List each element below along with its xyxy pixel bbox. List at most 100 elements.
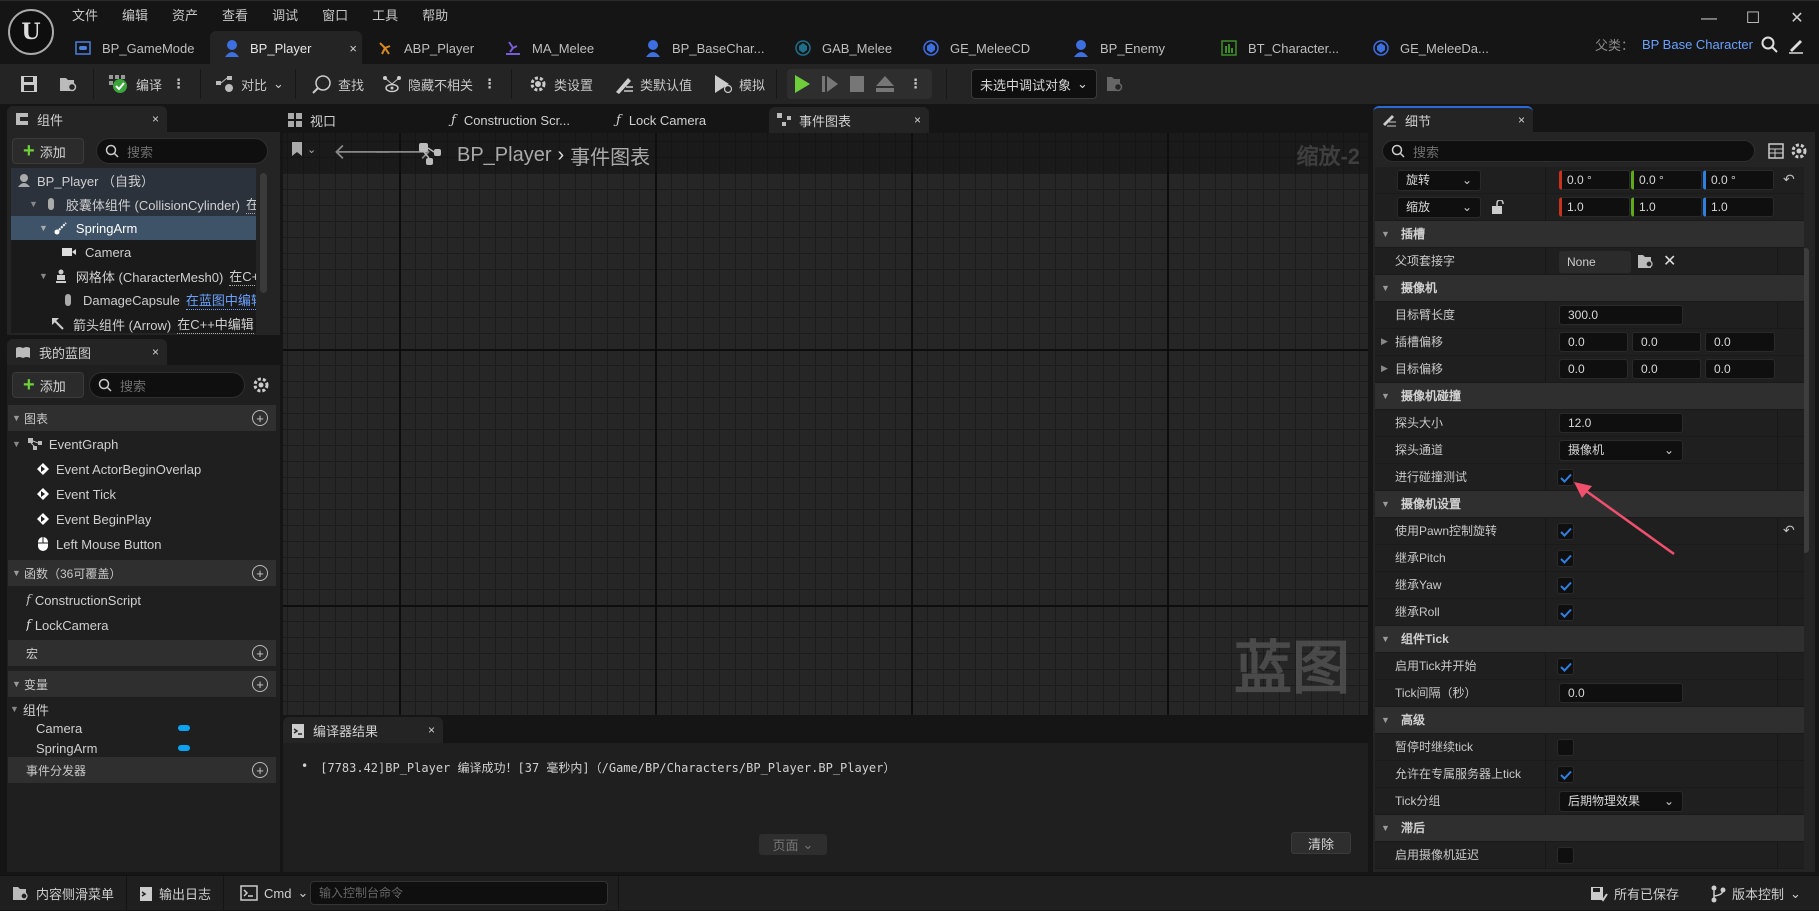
event-item[interactable]: Event Tick [36, 482, 116, 506]
editor-tab-viewport[interactable]: 视口 [288, 107, 336, 133]
debug-browse-button[interactable] [1097, 68, 1133, 100]
close-tab-icon[interactable]: × [428, 723, 435, 737]
target-arm-length-field[interactable]: 300.0 [1559, 305, 1683, 325]
editor-tab-lock-camera[interactable]: ƒ Lock Camera [616, 107, 706, 133]
socket-offset-z-field[interactable]: 0.0 [1705, 332, 1775, 352]
target-offset-x-field[interactable]: 0.0 [1559, 359, 1628, 379]
menu-asset[interactable]: 资产 [160, 5, 210, 27]
save-button[interactable] [0, 68, 47, 100]
close-window-button[interactable]: ✕ [1775, 7, 1819, 31]
inherit-yaw-checkbox[interactable] [1557, 577, 1574, 594]
breadcrumb-root[interactable]: BP_Player [457, 144, 552, 167]
rotation-z-field[interactable]: 0.0 ° [1703, 170, 1774, 190]
tree-item-arrow[interactable]: 箭头组件 (Arrow) 在C++中编辑 [11, 312, 256, 336]
target-offset-y-field[interactable]: 0.0 [1632, 359, 1701, 379]
rotation-mode-select[interactable]: 旋转 ⌄ [1397, 170, 1481, 191]
close-tab-icon[interactable]: × [914, 113, 921, 127]
source-control-button[interactable]: 版本控制 ⌄ [1710, 876, 1801, 911]
simulate-button[interactable]: 模拟 [701, 68, 774, 100]
my-blueprint-search-input[interactable]: 搜索 [89, 372, 245, 398]
menu-tools[interactable]: 工具 [360, 5, 410, 27]
all-saved-button[interactable]: 所有已保存 [1590, 876, 1679, 911]
tree-item-camera[interactable]: Camera [11, 240, 256, 264]
edit-in-cpp-link[interactable]: 在 [246, 194, 256, 214]
inherit-roll-checkbox[interactable] [1557, 604, 1574, 621]
gear-icon[interactable] [252, 376, 270, 394]
bookmark-button[interactable]: ⌄ [291, 141, 316, 157]
add-function-icon[interactable]: + [252, 565, 268, 581]
variables-section-header[interactable]: ▼ 变量 + [8, 671, 276, 697]
doc-tab-bp-enemy[interactable]: BP_Enemy [1058, 31, 1206, 65]
details-search-input[interactable]: 搜索 [1382, 140, 1755, 162]
doc-tab-bp-gamemode[interactable]: BP_GameMode [60, 31, 210, 65]
menu-debug[interactable]: 调试 [260, 5, 310, 27]
doc-tab-bp-basechar[interactable]: BP_BaseChar... [630, 31, 780, 65]
tree-item-damage-capsule[interactable]: DamageCapsule 在蓝图中编辑 [11, 288, 256, 312]
expand-arrow-icon[interactable]: ▶ [1381, 363, 1388, 374]
unlock-icon[interactable] [1491, 200, 1505, 214]
probe-channel-select[interactable]: 摄像机 ⌄ [1559, 440, 1683, 461]
target-offset-z-field[interactable]: 0.0 [1705, 359, 1775, 379]
parent-socket-field[interactable]: None [1559, 251, 1631, 273]
menu-view[interactable]: 查看 [210, 5, 260, 27]
expand-arrow-icon[interactable]: ▼ [12, 439, 21, 449]
step-icon[interactable] [821, 74, 839, 94]
breadcrumb-leaf[interactable]: 事件图表 [570, 141, 650, 170]
event-graph-canvas[interactable]: ⌄ 🡐 🡒 BP_Player › 事件图表 缩放-2 蓝图 [283, 133, 1368, 715]
minimize-button[interactable]: — [1687, 7, 1731, 31]
expand-arrow-icon[interactable]: ▼ [29, 199, 38, 209]
tick-group-select[interactable]: 后期物理效果 ⌄ [1559, 791, 1683, 812]
tree-item-collision-cylinder[interactable]: ▼ 胶囊体组件 (CollisionCylinder) 在 [11, 192, 256, 216]
console-command-input[interactable]: 输入控制台命令 [310, 881, 608, 905]
my-blueprint-tab[interactable]: 我的蓝图 × [7, 339, 167, 365]
browse-button[interactable] [47, 68, 91, 100]
event-item[interactable]: Left Mouse Button [36, 532, 162, 556]
components-search-input[interactable]: 搜索 [96, 138, 268, 164]
scale-z-field[interactable]: 1.0 [1703, 197, 1774, 217]
clear-socket-icon[interactable]: ✕ [1663, 251, 1676, 271]
output-log-button[interactable]: 输出日志 [127, 875, 225, 911]
graphs-section-header[interactable]: ▼ 图表 + [8, 405, 276, 431]
browse-socket-icon[interactable] [1637, 253, 1655, 269]
doc-tab-bt-character[interactable]: BT_Character... [1206, 31, 1358, 65]
diff-button[interactable]: 对比 ⌄ [203, 68, 293, 100]
page-button[interactable]: 页面 ⌄ [759, 834, 827, 855]
expand-arrow-icon[interactable]: ▼ [10, 704, 19, 714]
add-macro-icon[interactable]: + [252, 645, 268, 661]
add-member-button[interactable]: + 添加 [12, 372, 84, 398]
event-item[interactable]: Event BeginPlay [36, 507, 151, 531]
debug-object-select[interactable]: 未选中调试对象 ⌄ [971, 69, 1097, 99]
tick-interval-field[interactable]: 0.0 [1559, 683, 1683, 703]
edit-pencil-icon[interactable] [1787, 36, 1805, 54]
editor-tab-construction-script[interactable]: ƒ Construction Scr... [451, 107, 570, 133]
components-tab[interactable]: 组件 × [7, 106, 167, 132]
scale-x-field[interactable]: 1.0 [1559, 197, 1630, 217]
editor-tab-event-graph[interactable]: 事件图表 × [769, 107, 929, 133]
clear-button[interactable]: 清除 [1291, 832, 1351, 854]
maximize-button[interactable]: ☐ [1731, 7, 1775, 31]
event-graph-item[interactable]: ▼ EventGraph [12, 432, 118, 456]
class-settings-button[interactable]: 类设置 [514, 68, 602, 100]
edit-in-blueprint-link[interactable]: 在蓝图中编辑 [185, 290, 256, 310]
close-panel-icon[interactable]: × [152, 345, 159, 359]
menu-help[interactable]: 帮助 [410, 5, 460, 27]
menu-file[interactable]: 文件 [60, 5, 110, 27]
hide-unrelated-options-icon[interactable]: ⋮ [479, 76, 500, 92]
hide-unrelated-button[interactable]: 隐藏不相关 ⋮ [373, 68, 509, 100]
tree-item-character-mesh[interactable]: ▼ 网格体 (CharacterMesh0) 在C+ [11, 264, 256, 288]
property-matrix-icon[interactable] [1768, 143, 1784, 159]
edit-in-cpp-link[interactable]: 在C++中编辑 [177, 314, 254, 334]
scale-mode-select[interactable]: 缩放 ⌄ [1397, 197, 1481, 218]
doc-tab-ge-meleeda[interactable]: GE_MeleeDa... [1358, 31, 1508, 65]
scale-y-field[interactable]: 1.0 [1631, 197, 1702, 217]
unreal-logo-icon[interactable]: U [8, 9, 54, 55]
menu-window[interactable]: 窗口 [310, 5, 360, 27]
tree-scrollbar[interactable] [260, 173, 267, 293]
section-advanced[interactable]: ▼ 高级 [1375, 707, 1804, 734]
start-with-tick-checkbox[interactable] [1557, 658, 1574, 675]
parent-class-link[interactable]: BP Base Character [1642, 37, 1753, 52]
gear-icon[interactable] [1790, 142, 1808, 160]
function-item[interactable]: ƒ ConstructionScript [26, 588, 141, 612]
content-drawer-button[interactable]: 内容侧滑菜单 [0, 875, 128, 911]
section-lag[interactable]: ▼ 滞后 [1375, 815, 1804, 842]
